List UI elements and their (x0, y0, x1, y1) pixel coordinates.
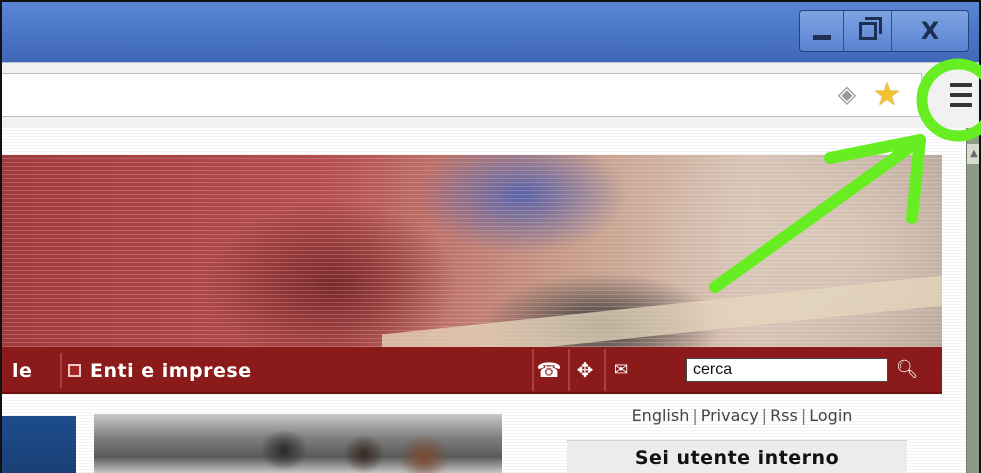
link-privacy[interactable]: Privacy (701, 406, 759, 425)
link-english[interactable]: English (632, 406, 690, 425)
mail-icon[interactable]: ✉ (604, 349, 636, 391)
restore-icon (858, 17, 882, 40)
close-button[interactable]: X (892, 11, 968, 51)
address-bar[interactable] (2, 73, 922, 117)
phone-icon[interactable]: ☎ (532, 349, 564, 391)
browser-window: X ◈ ★ le Enti e imprese ☎ ✥ ✉ 🔍︎ (0, 0, 981, 473)
bookmark-star-icon[interactable]: ★ (870, 77, 904, 111)
search-icon[interactable]: 🔍︎ (892, 358, 922, 382)
utility-links: English | Privacy | Rss | Login (631, 406, 853, 425)
nav-divider (60, 353, 62, 388)
title-bar: X (2, 2, 979, 62)
minimize-icon (812, 34, 831, 40)
restore-button[interactable] (844, 11, 892, 51)
internal-user-box: Sei utente interno (567, 440, 907, 473)
nav-bullet-icon (68, 364, 81, 377)
minimize-button[interactable] (800, 11, 844, 51)
nav-item-enti-e-imprese[interactable]: Enti e imprese (68, 347, 252, 394)
window-controls: X (799, 10, 969, 52)
map-icon[interactable]: ✥ (568, 349, 600, 391)
scroll-up-icon[interactable]: ▲ (967, 144, 979, 164)
content-block[interactable] (2, 416, 76, 473)
main-navigation: le Enti e imprese ☎ ✥ ✉ 🔍︎ (2, 347, 942, 394)
search-input[interactable] (686, 358, 888, 382)
hamburger-menu-icon[interactable] (946, 79, 976, 111)
header-banner-image (2, 155, 942, 365)
page-action-icon[interactable]: ◈ (834, 81, 860, 107)
nav-item-label: Enti e imprese (90, 359, 252, 382)
vertical-scrollbar[interactable]: ▲ (966, 128, 979, 473)
web-page: le Enti e imprese ☎ ✥ ✉ 🔍︎ English|Priva… (2, 128, 966, 473)
link-login[interactable]: Login (809, 406, 852, 425)
close-icon: X (920, 17, 940, 45)
browser-toolbar: ◈ ★ (2, 62, 979, 128)
content-photo[interactable] (94, 414, 502, 473)
internal-box-title: Sei utente interno (634, 447, 840, 469)
link-rss[interactable]: Rss (770, 406, 798, 425)
nav-item-partial[interactable]: le (12, 347, 32, 394)
